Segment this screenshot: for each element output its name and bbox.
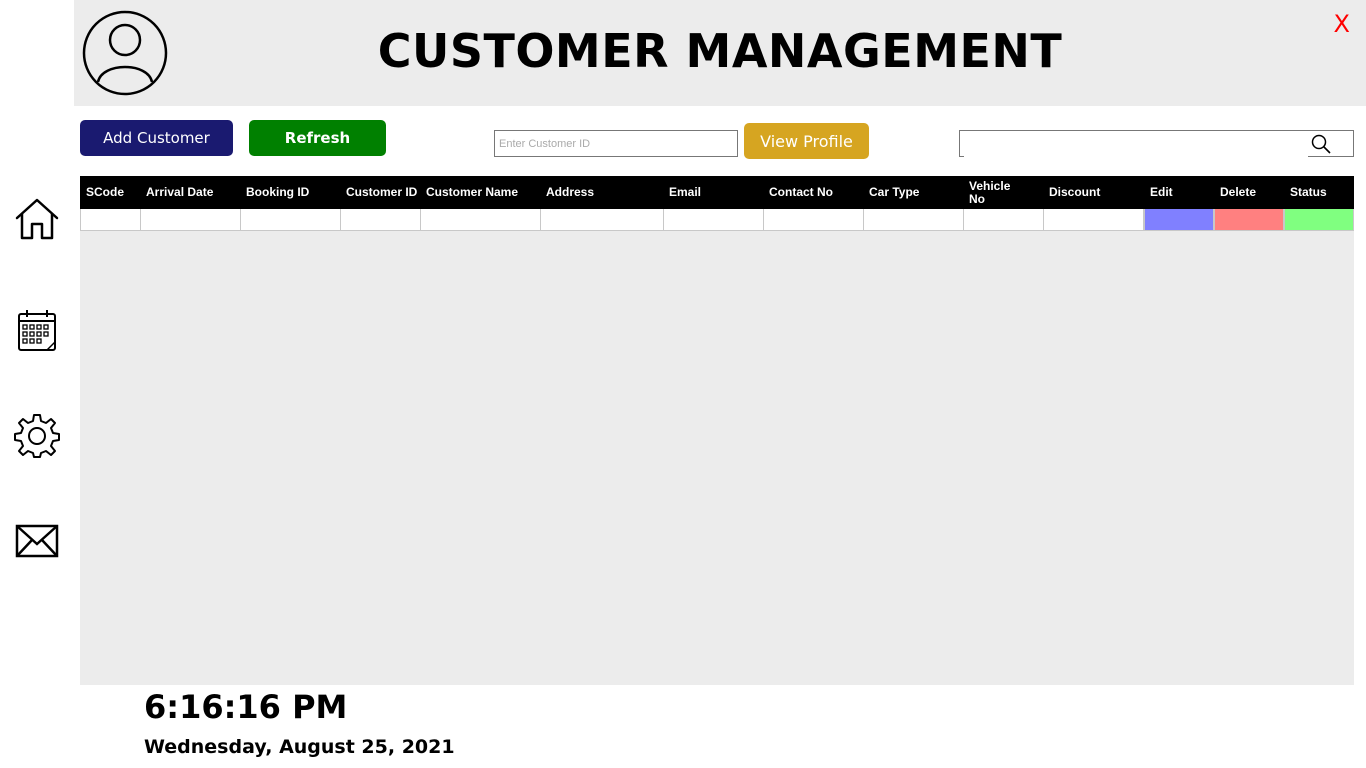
column-header-booking-id[interactable]: Booking ID — [240, 176, 340, 209]
page-title: CUSTOMER MANAGEMENT — [377, 24, 1063, 78]
table-header: SCode Arrival Date Booking ID Customer I… — [80, 176, 1354, 209]
search-field[interactable] — [959, 130, 1354, 157]
header-bar: CUSTOMER MANAGEMENT X — [74, 0, 1366, 106]
cell-email[interactable] — [663, 209, 764, 231]
cell-customer-name[interactable] — [420, 209, 541, 231]
cell-edit-button[interactable] — [1144, 209, 1214, 231]
add-customer-button[interactable]: Add Customer — [80, 120, 233, 156]
cell-status-button[interactable] — [1284, 209, 1354, 231]
cell-contact-no[interactable] — [763, 209, 864, 231]
mail-icon[interactable] — [14, 518, 60, 564]
search-input[interactable] — [964, 132, 1308, 157]
column-header-delete[interactable]: Delete — [1214, 176, 1284, 209]
column-header-status[interactable]: Status — [1284, 176, 1354, 209]
cell-address[interactable] — [540, 209, 664, 231]
customer-table: SCode Arrival Date Booking ID Customer I… — [80, 176, 1354, 685]
gear-icon[interactable] — [14, 413, 60, 459]
cell-delete-button[interactable] — [1214, 209, 1284, 231]
column-header-edit[interactable]: Edit — [1144, 176, 1214, 209]
cell-scode[interactable] — [80, 209, 141, 231]
cell-vehicle-no[interactable] — [963, 209, 1044, 231]
search-icon[interactable] — [1311, 134, 1331, 154]
column-header-discount[interactable]: Discount — [1043, 176, 1144, 209]
cell-customer-id[interactable] — [340, 209, 421, 231]
table-row[interactable] — [80, 209, 1354, 231]
column-header-address[interactable]: Address — [540, 176, 663, 209]
view-profile-button[interactable]: View Profile — [744, 123, 869, 159]
column-header-contact-no[interactable]: Contact No — [763, 176, 863, 209]
column-header-car-type[interactable]: Car Type — [863, 176, 963, 209]
cell-car-type[interactable] — [863, 209, 964, 231]
close-button[interactable]: X — [1334, 10, 1350, 38]
refresh-button[interactable]: Refresh — [249, 120, 386, 156]
calendar-icon[interactable] — [14, 308, 60, 354]
customer-id-input[interactable] — [494, 130, 738, 157]
column-header-email[interactable]: Email — [663, 176, 763, 209]
column-header-vehicle-no[interactable]: Vehicle No — [963, 176, 1043, 209]
clock-time: 6:16:16 PM — [144, 688, 348, 726]
clock-date: Wednesday, August 25, 2021 — [144, 736, 455, 758]
column-header-customer-name[interactable]: Customer Name — [420, 176, 540, 209]
cell-discount[interactable] — [1043, 209, 1144, 231]
home-icon[interactable] — [14, 196, 60, 242]
cell-arrival-date[interactable] — [140, 209, 241, 231]
column-header-customer-id[interactable]: Customer ID — [340, 176, 420, 209]
cell-booking-id[interactable] — [240, 209, 341, 231]
column-header-arrival-date[interactable]: Arrival Date — [140, 176, 240, 209]
column-header-scode[interactable]: SCode — [80, 176, 140, 209]
